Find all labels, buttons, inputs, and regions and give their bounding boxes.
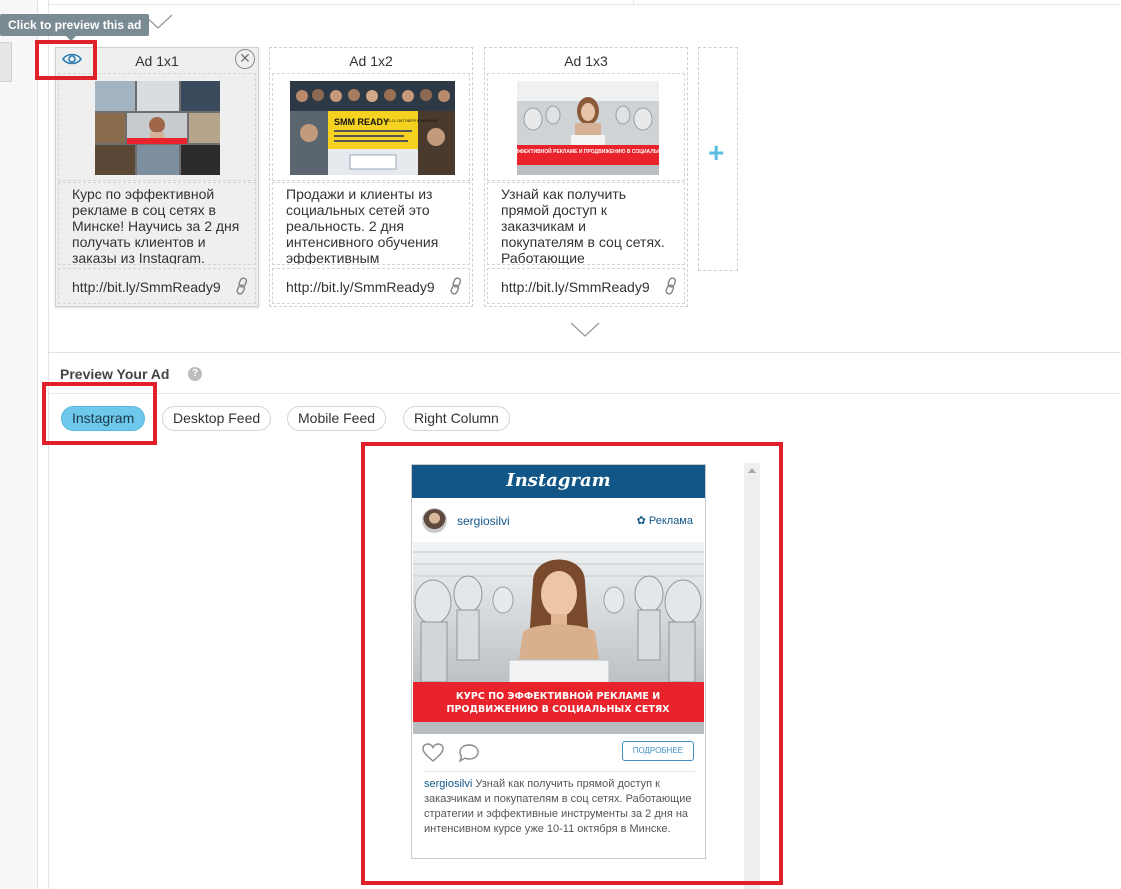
scroll-up-arrow-icon[interactable] <box>748 468 756 473</box>
ad-image: SMM READY 10-11 ОКТЯБРЯ В МИНСКЕ <box>290 81 455 175</box>
preview-header-divider <box>48 393 1121 394</box>
ad-link-slot[interactable]: http://bit.ly/SmmReady9 <box>487 268 685 304</box>
avatar <box>422 508 447 533</box>
ad-link-slot[interactable]: http://bit.ly/SmmReady9 <box>272 268 470 304</box>
collapse-chevron-icon[interactable] <box>570 322 600 338</box>
banner-dates-text: 10-11 ОКТЯБРЯ В МИНСКЕ <box>386 118 438 123</box>
ad-card-1[interactable]: Ad 1x1 ✕ Курс по эффективной рекламе в с… <box>55 47 259 307</box>
learn-more-button[interactable]: ПОДРОБНЕЕ <box>621 741 694 761</box>
ad-image <box>95 81 220 175</box>
instagram-actions: ПОДРОБНЕЕ <box>412 736 705 770</box>
instagram-logo: Instagram <box>506 470 611 491</box>
ad-card-link: http://bit.ly/SmmReady9 <box>72 279 221 295</box>
caption-username[interactable]: sergiosilvi <box>424 778 472 790</box>
comment-icon[interactable] <box>458 743 480 768</box>
ad-banner-line-2: ПРОДВИЖЕНИЮ В СОЦИАЛЬНЫХ СЕТЯХ <box>447 704 671 715</box>
ad-text-slot[interactable]: Курс по эффективной рекламе в соц сетях … <box>58 182 256 265</box>
tab-right-column[interactable]: Right Column <box>403 406 510 431</box>
banner-title-text: SMM READY <box>334 117 389 127</box>
instagram-preview: Instagram sergiosilvi ✿ Реклама КУРС ПО … <box>411 464 706 859</box>
close-icon[interactable]: ✕ <box>235 49 255 69</box>
ad-card-2[interactable]: Ad 1x2 SMM READY 10-11 ОКТЯБРЯ В МИНСКЕ <box>269 47 473 307</box>
preview-title: Preview Your Ad <box>60 366 170 382</box>
ad-card-link: http://bit.ly/SmmReady9 <box>286 279 435 295</box>
preview-tooltip: Click to preview this ad <box>0 14 150 41</box>
instagram-caption: sergiosilvi Узнай как получить прямой до… <box>424 777 694 837</box>
ad-card-title: Ad 1x1 <box>135 53 179 69</box>
ad-card-text: Узнай как получить прямой доступ к заказ… <box>501 186 665 265</box>
link-icon <box>449 277 463 295</box>
tab-mobile-feed[interactable]: Mobile Feed <box>287 406 387 431</box>
top-bar <box>48 0 1121 5</box>
ad-text-slot[interactable]: Узнай как получить прямой доступ к заказ… <box>487 182 685 265</box>
add-ad-button[interactable]: + <box>698 47 738 271</box>
sponsored-label: ✿ Реклама <box>636 515 693 527</box>
ad-text-slot[interactable]: Продажи и клиенты из социальных сетей эт… <box>272 182 470 265</box>
banner-text: КУРС ПО ЭФФЕКТИВНОЙ РЕКЛАМЕ И ПРОДВИЖЕНИ… <box>517 147 659 155</box>
link-icon <box>235 277 249 295</box>
ad-image-slot[interactable] <box>58 73 256 181</box>
top-bar-divider <box>633 0 634 5</box>
ad-link-slot[interactable]: http://bit.ly/SmmReady9 <box>58 268 256 304</box>
ad-card-link: http://bit.ly/SmmReady9 <box>501 279 650 295</box>
heart-icon[interactable] <box>422 743 444 768</box>
ad-banner-line-1: КУРС ПО ЭФФЕКТИВНОЙ РЕКЛАМЕ И <box>456 690 660 702</box>
left-rail-tab[interactable] <box>0 42 12 82</box>
instagram-username[interactable]: sergiosilvi <box>457 514 510 528</box>
preview-scrollbar[interactable] <box>744 463 760 889</box>
ad-card-title: Ad 1x3 <box>564 53 608 69</box>
ad-card-3[interactable]: Ad 1x3 КУРС ПО ЭФФЕКТИВНОЙ РЕКЛАМЕ И ПРО… <box>484 47 688 307</box>
instagram-user-row: sergiosilvi ✿ Реклама <box>412 498 705 541</box>
ad-card-title: Ad 1x2 <box>349 53 393 69</box>
instagram-divider <box>423 771 695 772</box>
ad-image: КУРС ПО ЭФФЕКТИВНОЙ РЕКЛАМЕ И ПРОДВИЖЕНИ… <box>517 81 659 175</box>
instagram-ad-image: КУРС ПО ЭФФЕКТИВНОЙ РЕКЛАМЕ И ПРОДВИЖЕНИ… <box>413 542 704 734</box>
link-icon <box>664 277 678 295</box>
tab-desktop-feed[interactable]: Desktop Feed <box>162 406 272 431</box>
instagram-header: Instagram <box>412 465 705 498</box>
ad-image-slot[interactable]: SMM READY 10-11 ОКТЯБРЯ В МИНСКЕ <box>272 73 470 181</box>
plus-icon: + <box>708 137 725 168</box>
ad-image-slot[interactable]: КУРС ПО ЭФФЕКТИВНОЙ РЕКЛАМЕ И ПРОДВИЖЕНИ… <box>487 73 685 181</box>
help-icon[interactable]: ? <box>188 367 202 381</box>
left-rail <box>0 0 38 889</box>
ad-card-text: Продажи и клиенты из социальных сетей эт… <box>286 186 439 265</box>
tab-instagram[interactable]: Instagram <box>61 406 146 431</box>
ad-card-text: Курс по эффективной рекламе в соц сетях … <box>72 186 240 265</box>
